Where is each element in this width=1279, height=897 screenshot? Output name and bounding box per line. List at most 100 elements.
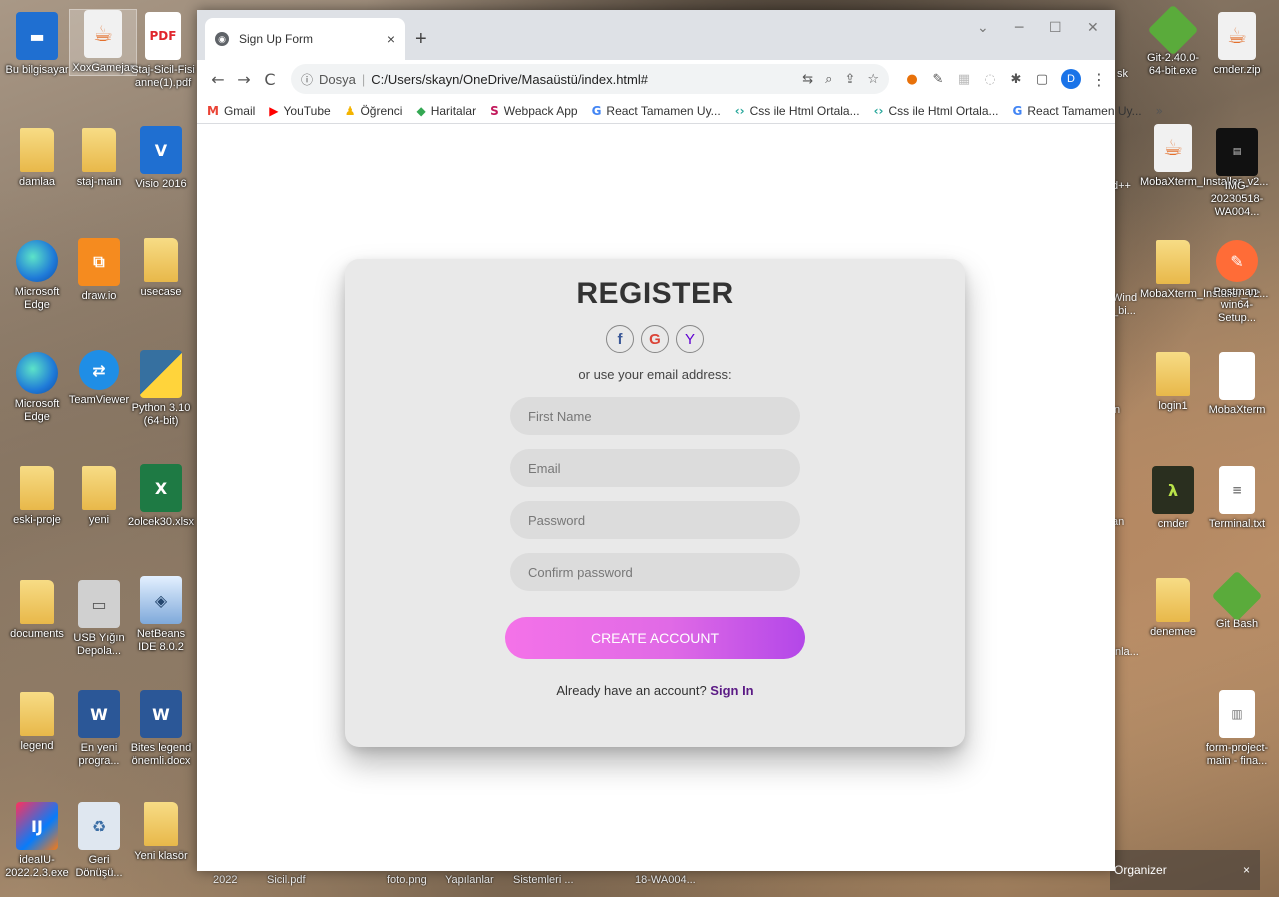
- desktop-icon-visio[interactable]: V Visio 2016: [128, 126, 194, 191]
- url-separator: |: [361, 71, 366, 87]
- desktop-icon-usb[interactable]: ▭ USB Yığın Depola...: [66, 580, 132, 658]
- folder-icon: [20, 466, 54, 510]
- first-name-input[interactable]: [510, 397, 800, 435]
- desktop-icon-yeni[interactable]: yeni: [66, 466, 132, 527]
- code-icon: ‹›: [873, 103, 884, 118]
- forward-button[interactable]: →: [231, 70, 257, 89]
- tab-search-icon[interactable]: ⌄: [977, 20, 989, 36]
- bookmark-gmail[interactable]: M Gmail: [207, 104, 255, 118]
- desktop-icon-netbeans[interactable]: ◈ NetBeans IDE 8.0.2: [128, 576, 194, 654]
- organizer-notification[interactable]: Organizer ×: [1110, 850, 1260, 890]
- maps-pin-icon: ◆: [416, 103, 426, 118]
- desktop-icon-git-bash[interactable]: Git Bash: [1204, 570, 1270, 631]
- desktop-icon-damlaa[interactable]: damlaa: [4, 128, 70, 189]
- password-input[interactable]: [510, 501, 800, 539]
- tab-sign-up-form[interactable]: ◉ Sign Up Form ×: [205, 18, 405, 60]
- bookmark-label: React Tamamen Uy...: [606, 103, 721, 118]
- desktop-icon-edge-1[interactable]: Microsoft Edge: [4, 240, 70, 312]
- desktop-icon-drawio[interactable]: ⧉ draw.io: [66, 238, 132, 303]
- desktop-icon-legend[interactable]: legend: [4, 692, 70, 753]
- url-text[interactable]: C:/Users/skayn/OneDrive/Masaüstü/index.h…: [371, 72, 790, 87]
- desktop-partial-label: 18-WA004...: [635, 874, 696, 886]
- desktop-icon-documents[interactable]: documents: [4, 580, 70, 641]
- bookmark-react-1[interactable]: G React Tamamen Uy...: [592, 104, 721, 118]
- desktop-icon-login1[interactable]: login1: [1140, 352, 1206, 413]
- side-panel-icon[interactable]: ▢: [1031, 72, 1053, 87]
- bookmark-label: Css ile Html Ortala...: [888, 103, 999, 118]
- bookmark-css-1[interactable]: ‹› Css ile Html Ortala...: [735, 104, 860, 118]
- extension-icon[interactable]: ◌: [979, 72, 1001, 87]
- email-input[interactable]: [510, 449, 800, 487]
- extension-icon[interactable]: ●: [901, 72, 923, 87]
- desktop-icon-this-pc[interactable]: ▬ Bu bilgisayar: [4, 12, 70, 77]
- desktop-icon-eski-proje[interactable]: eski-proje: [4, 466, 70, 527]
- desktop-icon-yeni-klasor[interactable]: Yeni klasör: [128, 802, 194, 863]
- edge-icon: [16, 352, 58, 394]
- close-icon[interactable]: ×: [1243, 863, 1250, 877]
- desktop-bottom-labels: 2022 Sicil.pdf foto.png Yapılanlar Siste…: [195, 872, 1115, 892]
- profile-avatar[interactable]: D: [1061, 69, 1081, 89]
- desktop-icon-denemee[interactable]: denemee: [1140, 578, 1206, 639]
- bookmark-css-2[interactable]: ‹› Css ile Html Ortala...: [874, 104, 999, 118]
- extensions-puzzle-icon[interactable]: ✱: [1005, 72, 1027, 87]
- bookmark-youtube[interactable]: ▶ YouTube: [269, 104, 330, 118]
- new-tab-button[interactable]: +: [415, 28, 427, 51]
- bookmark-haritalar[interactable]: ◆ Haritalar: [416, 104, 476, 118]
- bookmark-webpack[interactable]: S Webpack App: [490, 104, 577, 118]
- gmail-icon: M: [207, 103, 219, 118]
- desktop-icon-recycle-bin[interactable]: ♻ Geri Dönüşü...: [66, 802, 132, 880]
- desktop-icon-img-wa[interactable]: ▤ IMG-20230518-WA004...: [1204, 128, 1270, 219]
- extension-icon[interactable]: ▦: [953, 72, 975, 87]
- desktop-icon-form-project[interactable]: ▥ form-project-main - fina...: [1204, 690, 1270, 768]
- desktop-icon-cmder[interactable]: λ cmder: [1140, 466, 1206, 531]
- desktop-icon-mobaxterm-installer-2[interactable]: MobaXterm_Installer_v2...: [1140, 240, 1268, 301]
- extension-icon[interactable]: ✎: [927, 72, 949, 87]
- git-icon: [1147, 4, 1199, 56]
- reload-button[interactable]: C: [257, 70, 283, 89]
- share-icon[interactable]: ⇪: [844, 72, 855, 87]
- maximize-button[interactable]: ☐: [1049, 20, 1062, 36]
- bookmarks-overflow-button[interactable]: »: [1156, 104, 1163, 118]
- bookmark-ogrenci[interactable]: ♟ Öğrenci: [345, 104, 403, 118]
- translate-icon[interactable]: ⇆: [802, 72, 813, 87]
- bookmark-react-2[interactable]: G React Tamamen Uy...: [1013, 104, 1142, 118]
- zoom-icon[interactable]: ⌕: [825, 72, 832, 87]
- desktop-icon-en-yeni[interactable]: W En yeni progra...: [66, 690, 132, 768]
- desktop-icon-cmder-zip[interactable]: ☕ cmder.zip: [1204, 12, 1270, 77]
- desktop-icon-mobaxterm[interactable]: MobaXterm: [1204, 352, 1270, 417]
- minimize-button[interactable]: ─: [1015, 20, 1023, 36]
- desktop-icon-python[interactable]: Python 3.10 (64-bit): [128, 350, 194, 428]
- desktop-icon-staj-pdf[interactable]: PDF Staj-Sicil-Fisi anne(1).pdf: [130, 12, 196, 90]
- git-bash-icon: [1211, 570, 1263, 622]
- desktop-icon-git-installer[interactable]: Git-2.40.0-64-bit.exe: [1140, 4, 1206, 78]
- excel-icon: X: [140, 464, 182, 512]
- desktop-icon-idea[interactable]: IJ ideaIU-2022.2.3.exe: [4, 802, 70, 880]
- computer-icon: ▬: [16, 12, 58, 60]
- back-button[interactable]: ←: [205, 70, 231, 89]
- confirm-password-input[interactable]: [510, 553, 800, 591]
- facebook-icon[interactable]: f: [606, 325, 634, 353]
- desktop-icon-bites-legend[interactable]: W Bites legend önemli.docx: [128, 690, 194, 768]
- address-bar[interactable]: ⓘ Dosya | C:/Users/skayn/OneDrive/Masaüs…: [291, 64, 889, 94]
- site-info-icon[interactable]: ⓘ: [301, 71, 313, 88]
- folder-icon: [20, 580, 54, 624]
- bookmark-star-icon[interactable]: ☆: [867, 72, 879, 87]
- desktop-icon-teamviewer[interactable]: ⇄ TeamViewer: [66, 350, 132, 407]
- desktop-icon-usecase[interactable]: usecase: [128, 238, 194, 299]
- tab-close-icon[interactable]: ×: [387, 31, 395, 47]
- close-window-button[interactable]: ✕: [1087, 20, 1099, 36]
- browser-menu-icon[interactable]: ⋮: [1091, 70, 1107, 89]
- google-icon[interactable]: G: [641, 325, 669, 353]
- word-icon: W: [78, 690, 120, 738]
- desktop-icon-terminal-txt[interactable]: ≡ Terminal.txt: [1204, 466, 1270, 531]
- desktop-icon-xoxgamejar[interactable]: ☕ XoxGamejar: [69, 9, 137, 76]
- create-account-button[interactable]: CREATE ACCOUNT: [505, 617, 805, 659]
- desktop-icon-xlsx[interactable]: X 2olcek30.xlsx: [128, 464, 194, 529]
- signin-link[interactable]: Sign In: [710, 683, 753, 698]
- desktop-icon-postman[interactable]: ✎ Postman-win64-Setup...: [1204, 240, 1270, 325]
- partial-label: sk: [1117, 68, 1128, 80]
- desktop-icon-staj-main[interactable]: staj-main: [66, 128, 132, 189]
- desktop-icon-edge-2[interactable]: Microsoft Edge: [4, 352, 70, 424]
- desktop-icon-mobaxterm-installer-1[interactable]: ☕ MobaXterm_Installer_v2...: [1140, 124, 1268, 189]
- yahoo-icon[interactable]: Y: [676, 325, 704, 353]
